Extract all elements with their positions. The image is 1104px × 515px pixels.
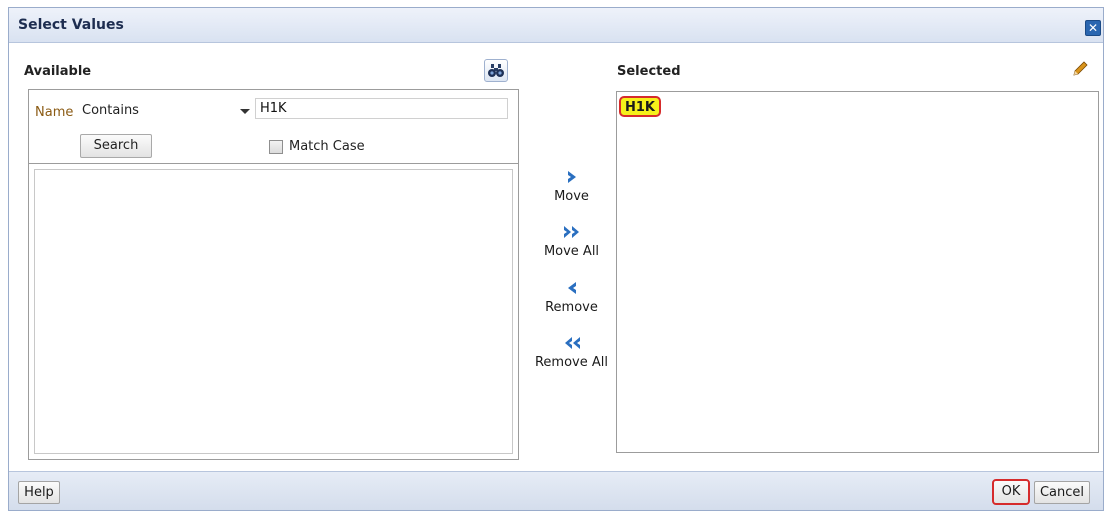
double-chevron-right-icon [524,224,619,244]
match-case-checkbox[interactable] [269,140,283,154]
search-button[interactable]: Search [80,134,152,158]
help-button[interactable]: Help [18,481,60,504]
remove-button[interactable]: Remove [524,280,619,315]
move-label: Move [554,189,589,204]
close-icon[interactable]: ✕ [1085,20,1101,36]
dialog-titlebar: Select Values ✕ [9,8,1103,43]
remove-all-button[interactable]: Remove All [524,335,619,370]
move-all-label: Move All [543,244,600,259]
match-case-label: Match Case [289,139,365,154]
move-all-button[interactable]: Move All [524,224,619,259]
select-values-dialog: Select Values ✕ Available Name Contains … [8,7,1104,511]
remove-all-label: Remove All [534,355,608,370]
ok-button[interactable]: OK [992,479,1030,505]
search-input[interactable]: H1K [255,98,508,119]
pencil-icon[interactable] [1071,60,1089,82]
operator-select[interactable]: Contains [82,101,250,120]
remove-label: Remove [545,300,598,315]
selected-item[interactable]: H1K [619,96,661,117]
available-list-inner [34,169,513,454]
binoculars-icon[interactable] [484,59,508,82]
operator-value: Contains [82,103,139,118]
search-filter-panel: Name Contains H1K Search Match Case [28,89,519,164]
double-chevron-left-icon [524,335,619,355]
dialog-footer: Help OK Cancel [9,471,1103,510]
selected-label: Selected [617,64,681,79]
cancel-button[interactable]: Cancel [1034,481,1090,504]
chevron-left-icon [524,280,619,300]
chevron-right-icon [524,169,619,189]
available-list[interactable] [28,163,519,460]
dialog-title: Select Values [18,17,124,33]
move-button[interactable]: Move [524,169,619,204]
selected-list[interactable]: H1K [616,91,1099,453]
available-label: Available [24,64,92,79]
name-label: Name [35,105,74,120]
chevron-down-icon [240,109,250,114]
